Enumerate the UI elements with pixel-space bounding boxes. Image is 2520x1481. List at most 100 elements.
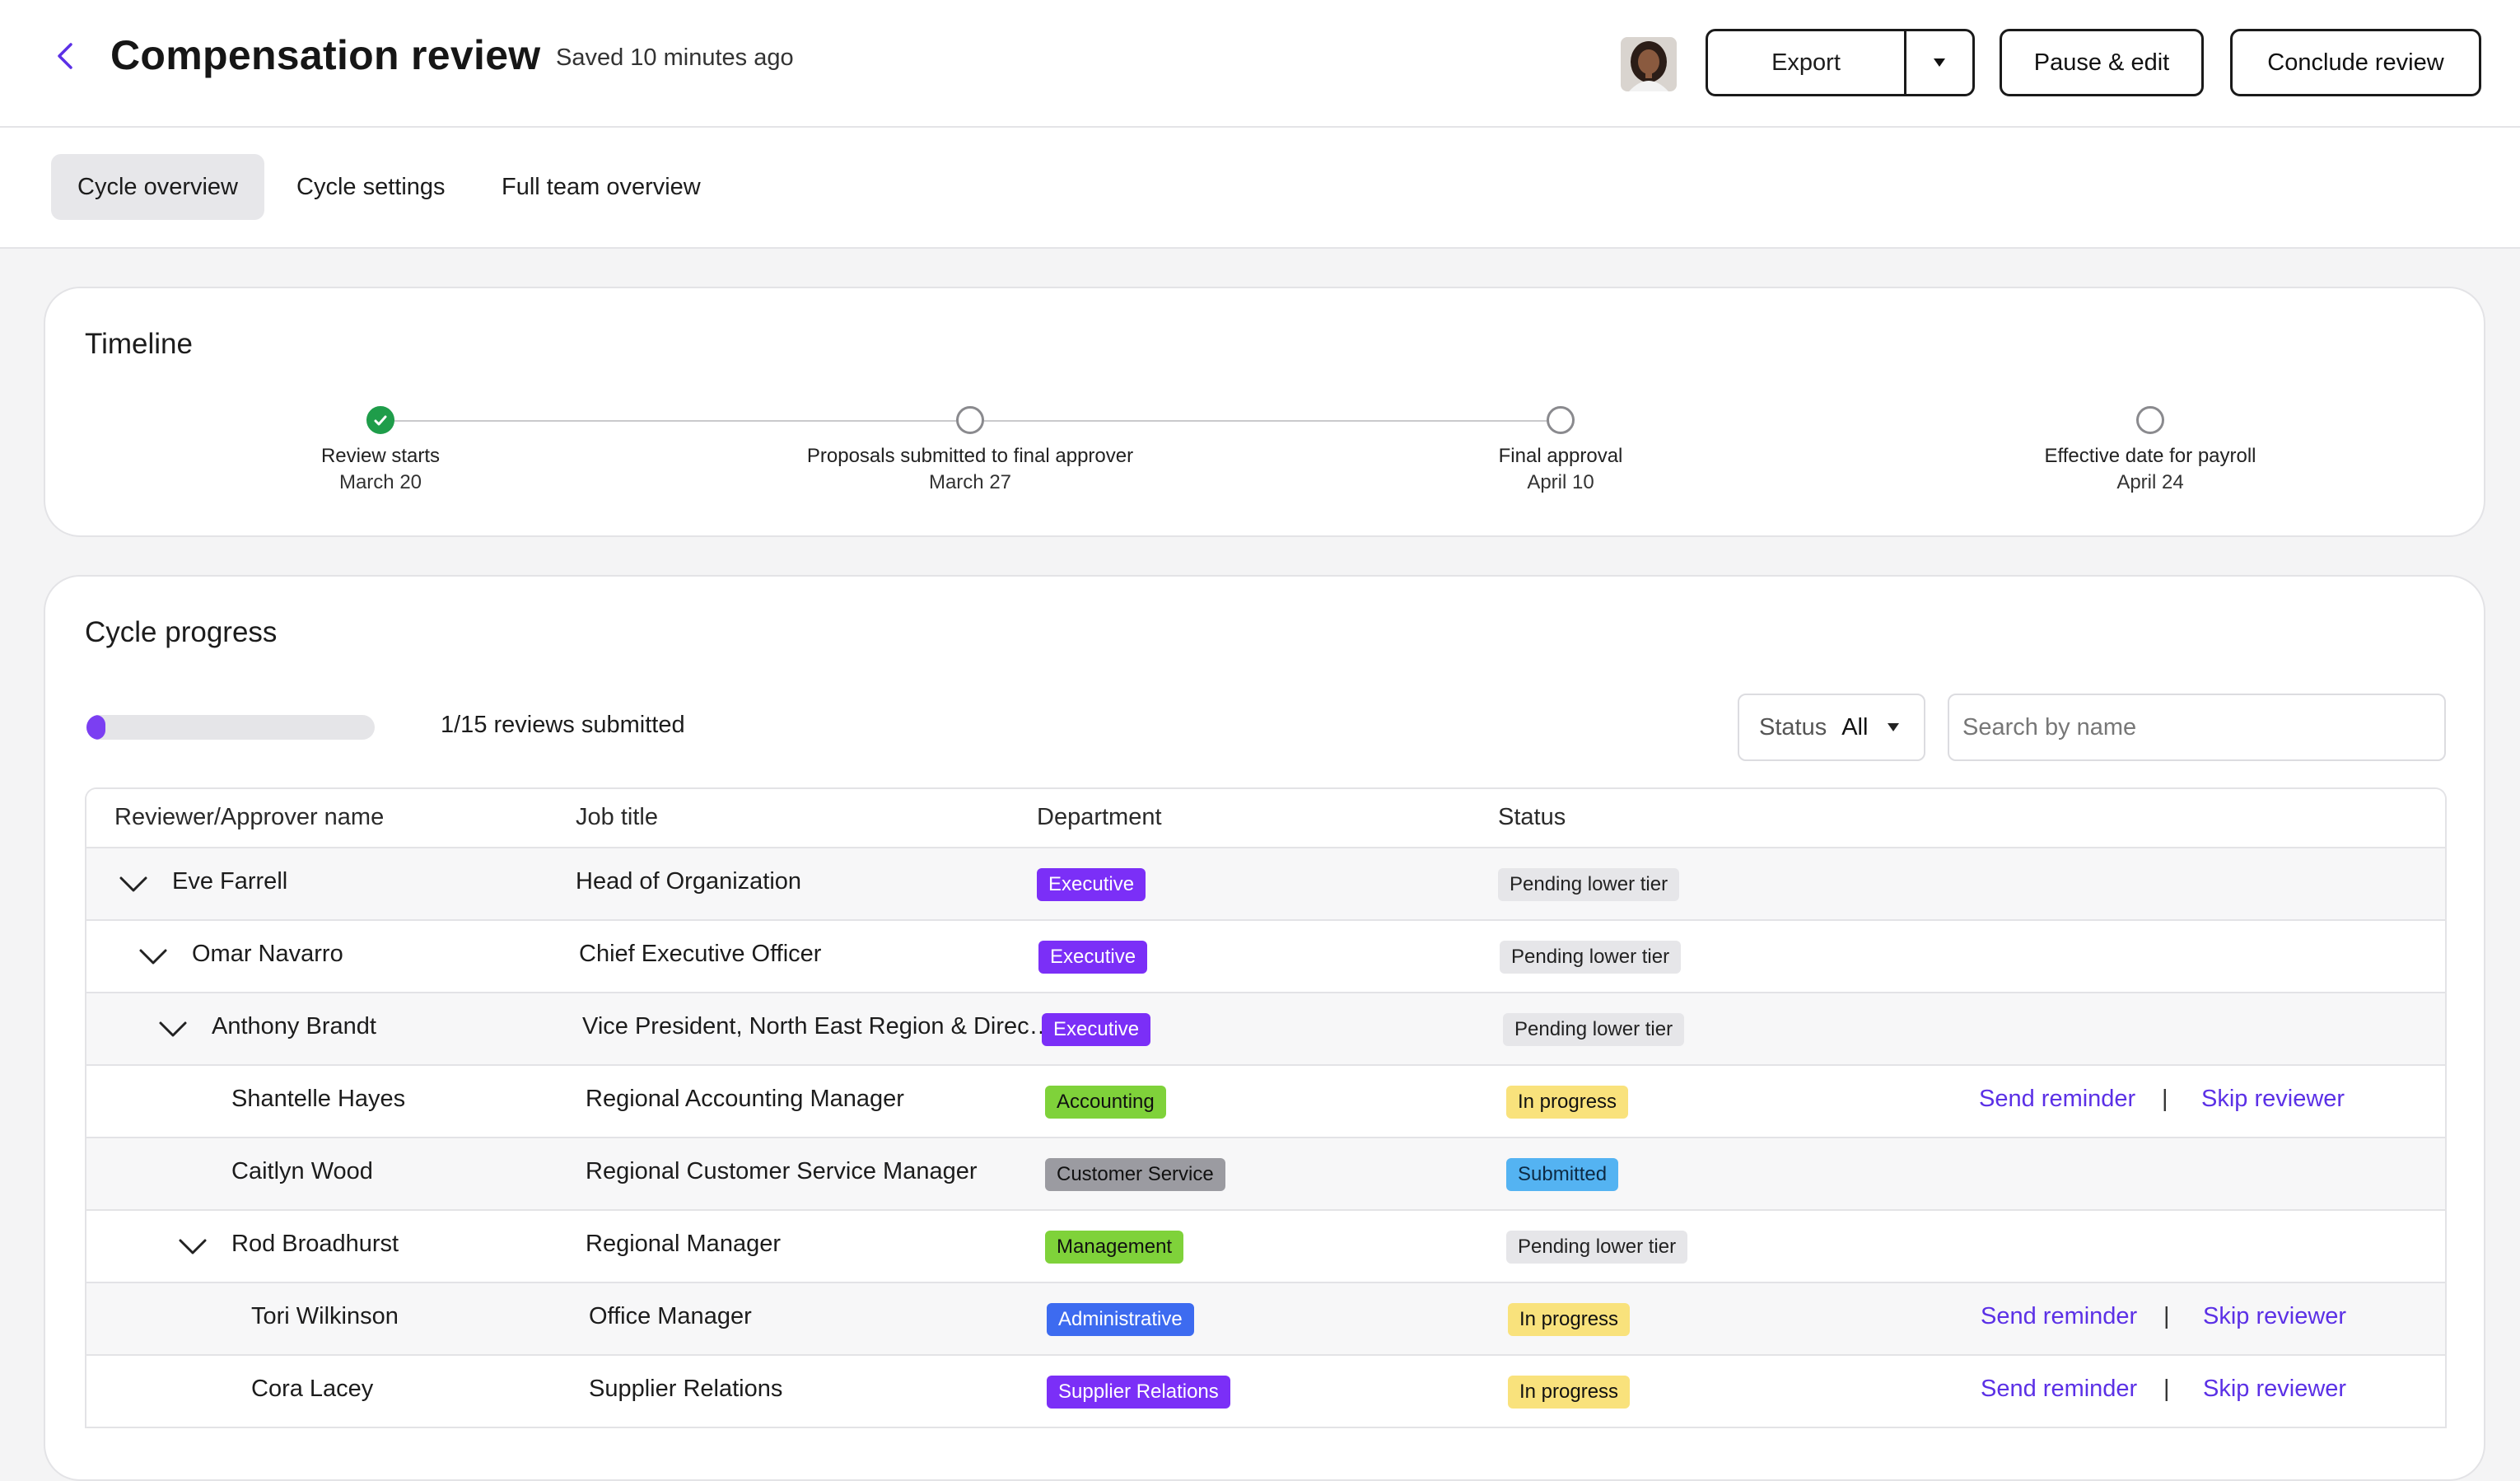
job-title: Regional Accounting Manager: [586, 1086, 904, 1112]
progress-bar-fill: [86, 715, 106, 740]
progress-text: 1/15 reviews submitted: [441, 712, 685, 738]
table-row[interactable]: Anthony Brandt Vice President, North Eas…: [86, 993, 2445, 1066]
status-filter-select[interactable]: Status All: [1738, 694, 1925, 761]
tab-cycle-overview[interactable]: Cycle overview: [51, 154, 264, 220]
timeline-step-date: March 27: [928, 471, 1012, 493]
reviewer-name: Rod Broadhurst: [231, 1231, 399, 1257]
export-button[interactable]: Export: [1708, 31, 1906, 94]
column-header-department[interactable]: Department: [1037, 804, 1162, 831]
job-title: Regional Customer Service Manager: [586, 1158, 978, 1184]
table-row[interactable]: Shantelle Hayes Regional Accounting Mana…: [86, 1066, 2445, 1138]
conclude-review-button[interactable]: Conclude review: [2230, 29, 2481, 96]
action-separator: |: [2163, 1303, 2170, 1329]
column-header-status[interactable]: Status: [1498, 804, 1566, 831]
department-badge: Administrative: [1047, 1303, 1194, 1336]
table-row[interactable]: Omar Navarro Chief Executive Officer Exe…: [86, 921, 2445, 993]
department-badge: Executive: [1037, 868, 1146, 901]
status-badge: In progress: [1506, 1086, 1629, 1119]
timeline-step-label: Proposals submitted to final approver: [806, 445, 1134, 467]
action-separator: |: [2163, 1376, 2170, 1402]
status-badge: Pending lower tier: [1500, 941, 1682, 974]
cycle-progress-title: Cycle progress: [85, 616, 278, 648]
timeline-step-date: March 20: [338, 471, 422, 493]
reviewers-table: Reviewer/Approver name Job title Departm…: [85, 787, 2447, 1428]
caret-down-icon: [1934, 58, 1945, 67]
reviewer-name: Omar Navarro: [192, 941, 343, 967]
column-header-name[interactable]: Reviewer/Approver name: [114, 804, 384, 831]
status-filter-value: All: [1841, 713, 1869, 740]
search-input[interactable]: [1948, 694, 2446, 761]
job-title: Regional Manager: [586, 1231, 781, 1257]
timeline-step-label: Final approval: [1498, 445, 1623, 467]
table-row[interactable]: Tori Wilkinson Office Manager Administra…: [86, 1283, 2445, 1356]
reviewer-name: Caitlyn Wood: [231, 1158, 373, 1184]
back-chevron-icon[interactable]: [48, 38, 84, 74]
skip-reviewer-link[interactable]: Skip reviewer: [2203, 1376, 2346, 1403]
table-row[interactable]: Caitlyn Wood Regional Customer Service M…: [86, 1138, 2445, 1211]
department-badge: Customer Service: [1045, 1158, 1225, 1191]
check-icon: [374, 415, 387, 426]
send-reminder-link[interactable]: Send reminder: [1979, 1086, 2135, 1113]
status-badge: Pending lower tier: [1498, 868, 1680, 901]
avatar-portrait-icon: [1621, 37, 1677, 91]
tab-bar: Cycle overview Cycle settings Full team …: [0, 128, 2520, 249]
export-dropdown-button[interactable]: [1906, 31, 1972, 94]
table-header: Reviewer/Approver name Job title Departm…: [86, 789, 2445, 848]
department-badge: Executive: [1042, 1013, 1151, 1046]
send-reminder-link[interactable]: Send reminder: [1981, 1376, 2137, 1403]
reviewer-name: Cora Lacey: [251, 1376, 374, 1402]
app-header: Compensation review Saved 10 minutes ago…: [0, 0, 2520, 128]
timeline-step-date: April 10: [1527, 471, 1594, 493]
department-badge: Supplier Relations: [1047, 1376, 1230, 1409]
job-title: Head of Organization: [576, 868, 802, 895]
timeline-node-effective-date: [2136, 406, 2164, 434]
status-badge: In progress: [1508, 1303, 1631, 1336]
reviewer-name: Eve Farrell: [172, 868, 288, 895]
saved-status: Saved 10 minutes ago: [556, 44, 794, 71]
table-row[interactable]: Cora Lacey Supplier Relations Supplier R…: [86, 1356, 2445, 1428]
timeline-card: Timeline Review starts March 20 Proposal…: [44, 287, 2485, 537]
progress-bar: [86, 715, 375, 740]
status-badge: Submitted: [1506, 1158, 1619, 1191]
action-separator: |: [2162, 1086, 2168, 1112]
status-badge: Pending lower tier: [1506, 1231, 1688, 1264]
caret-down-icon: [1888, 723, 1900, 731]
page-title: Compensation review: [110, 32, 541, 78]
skip-reviewer-link[interactable]: Skip reviewer: [2201, 1086, 2345, 1113]
timeline-node-final-approval: [1547, 406, 1575, 434]
department-badge: Accounting: [1045, 1086, 1166, 1119]
department-badge: Executive: [1038, 941, 1148, 974]
job-title: Chief Executive Officer: [579, 941, 822, 967]
tab-full-team-overview[interactable]: Full team overview: [502, 154, 701, 220]
status-badge: Pending lower tier: [1503, 1013, 1685, 1046]
status-badge: In progress: [1508, 1376, 1631, 1409]
job-title: Supplier Relations: [589, 1376, 783, 1402]
pause-edit-button[interactable]: Pause & edit: [2000, 29, 2204, 96]
chevron-down-icon[interactable]: [118, 871, 149, 896]
column-header-job-title[interactable]: Job title: [576, 804, 658, 831]
user-avatar[interactable]: [1621, 37, 1677, 91]
table-row[interactable]: Eve Farrell Head of Organization Executi…: [86, 848, 2445, 921]
timeline-step-label: Effective date for payroll: [2044, 445, 2256, 467]
table-row[interactable]: Rod Broadhurst Regional Manager Manageme…: [86, 1211, 2445, 1283]
status-filter-label: Status: [1759, 713, 1827, 740]
chevron-down-icon[interactable]: [138, 944, 169, 969]
job-title: Office Manager: [589, 1303, 752, 1329]
timeline-title: Timeline: [85, 328, 193, 360]
export-button-group: Export: [1706, 29, 1975, 96]
tab-cycle-settings[interactable]: Cycle settings: [296, 154, 446, 220]
reviewer-name: Anthony Brandt: [212, 1013, 376, 1040]
chevron-down-icon[interactable]: [157, 1016, 189, 1041]
skip-reviewer-link[interactable]: Skip reviewer: [2203, 1303, 2346, 1330]
reviewer-name: Shantelle Hayes: [231, 1086, 406, 1112]
timeline-node-proposals: [956, 406, 984, 434]
job-title: Vice President, North East Region & Dire…: [582, 1013, 1053, 1040]
cycle-progress-card: Cycle progress 1/15 reviews submitted St…: [44, 575, 2485, 1481]
timeline-step-label: Review starts: [320, 445, 441, 467]
timeline-node-review-starts: [366, 406, 394, 434]
department-badge: Management: [1045, 1231, 1184, 1264]
chevron-down-icon[interactable]: [177, 1234, 208, 1259]
timeline-step-date: April 24: [2116, 471, 2184, 493]
reviewer-name: Tori Wilkinson: [251, 1303, 399, 1329]
send-reminder-link[interactable]: Send reminder: [1981, 1303, 2137, 1330]
